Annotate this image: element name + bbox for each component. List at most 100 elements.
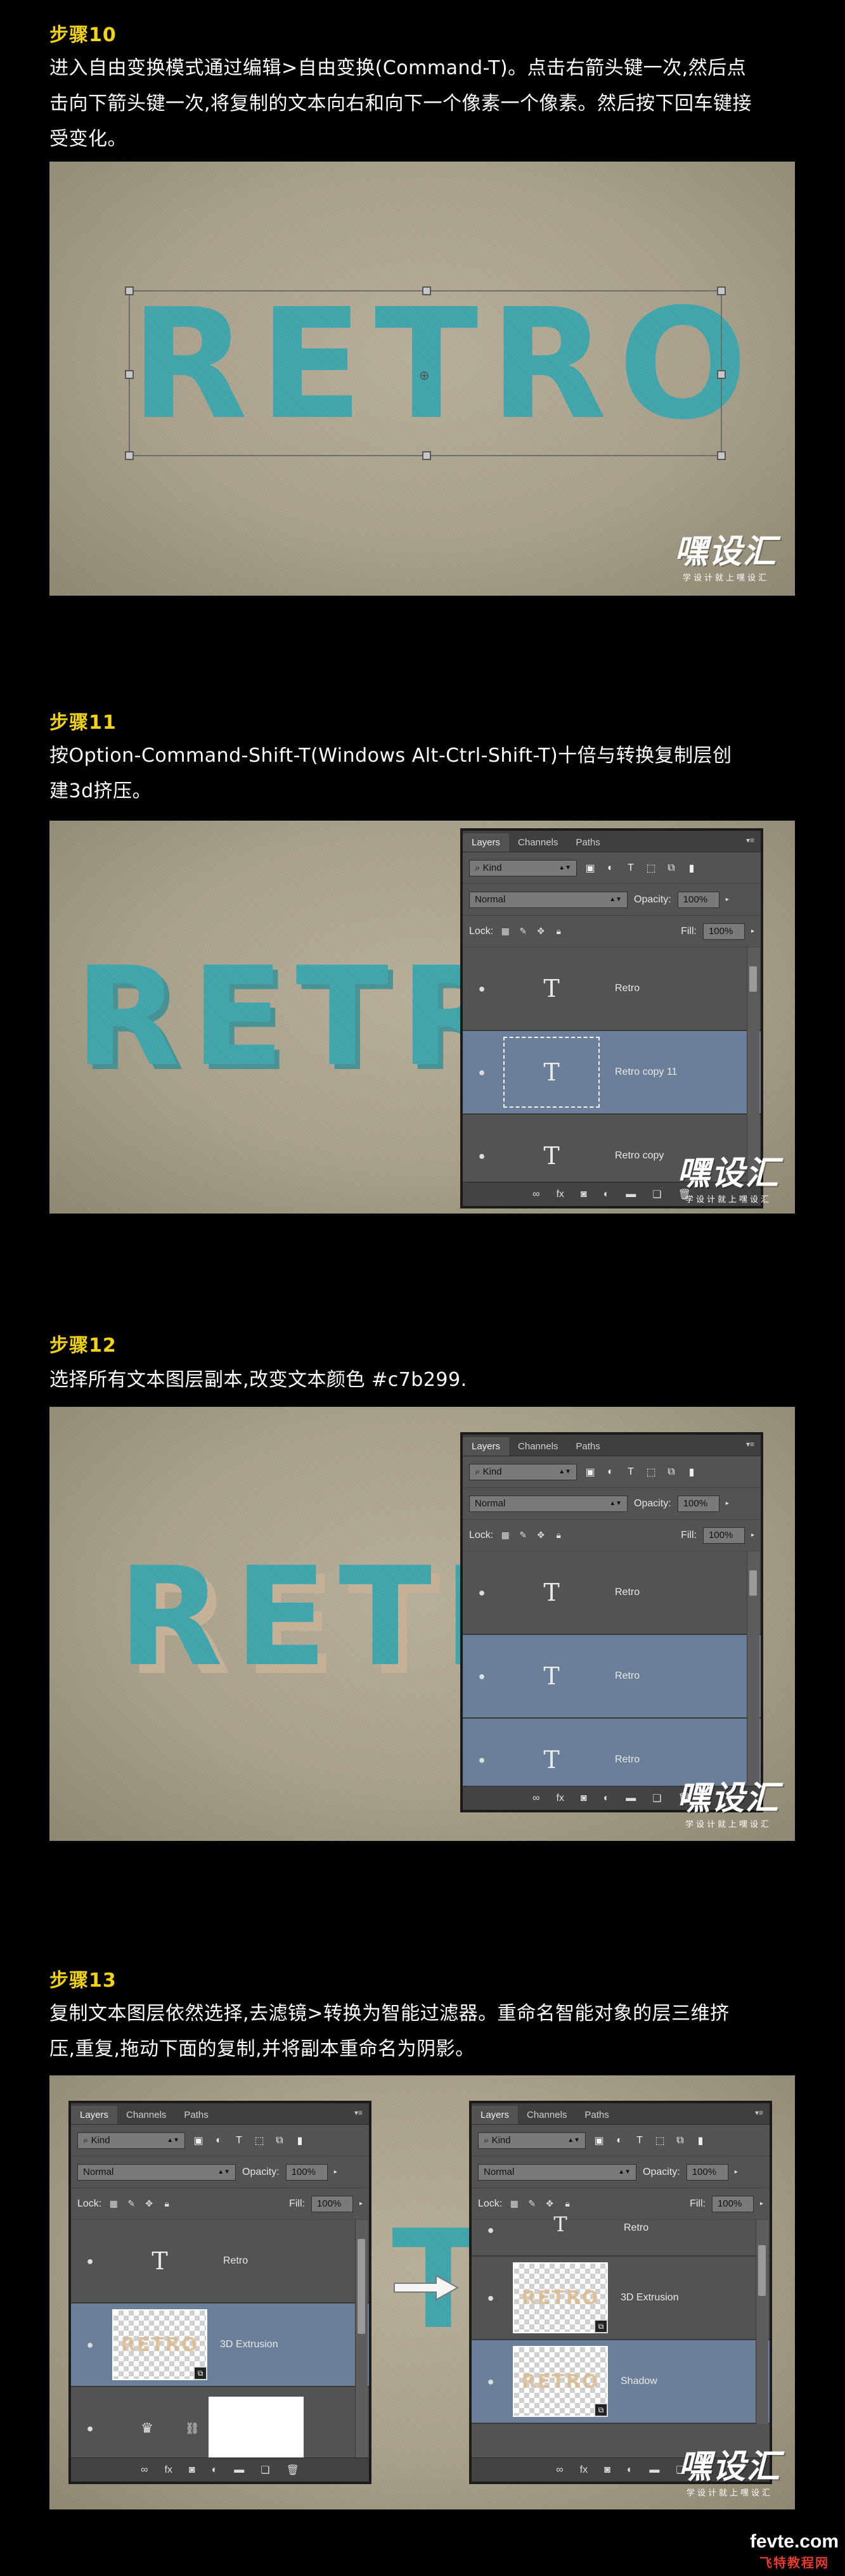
lock-position-icon[interactable]: ✥ [143,2198,155,2210]
eye-icon[interactable]: ● [472,2220,510,2237]
new-layer-icon[interactable]: ❏ [652,1792,661,1805]
new-layer-icon[interactable]: ❏ [652,1188,661,1201]
lock-position-icon[interactable]: ✥ [544,2198,555,2210]
fill-input[interactable]: 100% [311,2195,353,2212]
layer-row[interactable]: ● T Retro [71,2220,369,2304]
fill-input[interactable]: 100% [702,923,745,940]
adjustment-filter-icon[interactable]: ◐ [603,861,617,875]
filter-toggle-icon[interactable]: ▮ [293,2134,307,2148]
lock-pixels-icon[interactable]: ✎ [517,926,529,937]
blend-mode-select[interactable]: Normal ▲▼ [469,891,628,908]
filter-toggle-icon[interactable]: ▮ [693,2134,707,2148]
tab-channels[interactable]: Channels [509,833,567,852]
fx-icon[interactable]: fx [556,1793,564,1804]
tab-layers[interactable]: Layers [472,2106,519,2124]
layers-panel[interactable]: Layers Channels Paths ▾≡ ⌕ Kind ▲▼ ▣ ◐ T … [460,828,763,1208]
layer-name[interactable]: Retro [615,1587,640,1598]
scrollbar-thumb[interactable] [749,1570,757,1596]
fill-input[interactable]: 100% [702,1527,745,1544]
layers-list[interactable]: ● T Retro ● T Retro ● T Retro [463,1551,761,1802]
eye-icon[interactable]: ● [71,2422,109,2435]
transform-bounding-box[interactable]: ⊕ [125,286,726,460]
layers-panel-before[interactable]: Layers Channels Paths ▾≡ ⌕ Kind ▲▼ ▣ ◐ T … [68,2101,371,2484]
eye-icon[interactable]: ● [463,1586,501,1599]
trash-icon[interactable]: 🗑︎ [287,2464,299,2477]
lock-transparent-icon[interactable]: ▦ [500,1530,511,1541]
type-filter-icon[interactable]: T [633,2134,647,2148]
layer-row-selected[interactable]: ● T Retro copy 11 [463,1031,761,1115]
opacity-dropdown-icon[interactable]: ▸ [726,896,729,903]
chain-link-icon[interactable]: ⛓ [185,2422,200,2435]
lock-position-icon[interactable]: ✥ [535,1530,546,1541]
layers-list[interactable]: ● T Retro ● RETRO ⧉ 3D Extrusion ● RETRO… [472,2212,770,2424]
opacity-input[interactable]: 100% [285,2163,328,2181]
folder-icon[interactable]: ▬ [626,1793,636,1804]
opacity-dropdown-icon[interactable]: ▸ [334,2169,337,2176]
folder-icon[interactable]: ▬ [626,1189,636,1200]
layers-panel[interactable]: Layers Channels Paths ▾≡ ⌕ Kind ▲▼ ▣ ◐ T … [460,1432,763,1812]
tab-paths[interactable]: Paths [576,2106,617,2124]
kind-filter-select[interactable]: ⌕ Kind ▲▼ [469,859,577,876]
scrollbar-thumb[interactable] [358,2239,365,2334]
adjustment-layer-icon[interactable]: ◐ [603,1793,610,1804]
tab-layers[interactable]: Layers [463,833,510,852]
link-layers-icon[interactable]: ∞ [141,2464,148,2476]
fill-input[interactable]: 100% [711,2195,754,2212]
layer-name[interactable]: Retro [615,1670,640,1682]
layer-row-selected[interactable]: ● RETRO ⧉ Shadow [472,2340,770,2424]
mask-icon[interactable]: ◙ [581,1793,587,1804]
eye-icon[interactable]: ● [463,1670,501,1683]
opacity-dropdown-icon[interactable]: ▸ [726,1500,729,1507]
shape-filter-icon[interactable]: ⬚ [644,1465,658,1479]
fill-dropdown-icon[interactable]: ▸ [359,2200,363,2207]
layers-scrollbar[interactable] [747,1551,759,1802]
layer-row-selected[interactable]: ● RETRO ⧉ 3D Extrusion [71,2304,369,2387]
tab-paths[interactable]: Paths [567,833,609,852]
transform-handle-bc[interactable] [422,451,431,460]
adjustment-filter-icon[interactable]: ◐ [612,2134,626,2148]
tab-channels[interactable]: Channels [518,2106,576,2124]
kind-filter-select[interactable]: ⌕ Kind ▲▼ [77,2132,185,2149]
panel-menu-icon[interactable]: ▾≡ [354,2108,363,2117]
adjustment-layer-icon[interactable]: ◐ [627,2464,633,2476]
lock-all-icon[interactable]: 🔒︎ [562,2198,573,2210]
layer-name[interactable]: Retro copy [615,1150,664,1162]
blend-mode-select[interactable]: Normal ▲▼ [478,2163,636,2181]
link-layers-icon[interactable]: ∞ [532,1189,539,1200]
adjustment-layer-icon[interactable]: ◐ [603,1189,610,1200]
link-layers-icon[interactable]: ∞ [556,2464,563,2476]
tab-paths[interactable]: Paths [175,2106,217,2124]
lock-position-icon[interactable]: ✥ [535,926,546,937]
lock-transparent-icon[interactable]: ▦ [500,926,511,937]
lock-transparent-icon[interactable]: ▦ [508,2198,520,2210]
layers-list[interactable]: ● T Retro ● RETRO ⧉ 3D Extrusion ● ♛ ⛓ [71,2220,369,2471]
fill-dropdown-icon[interactable]: ▸ [751,1532,754,1539]
eye-icon[interactable]: ● [472,2291,510,2305]
layer-name[interactable]: Retro [624,2220,648,2234]
fill-dropdown-icon[interactable]: ▸ [751,928,754,935]
fill-dropdown-icon[interactable]: ▸ [760,2200,763,2207]
type-filter-icon[interactable]: T [624,861,638,875]
shape-filter-icon[interactable]: ⬚ [644,861,658,875]
eye-icon[interactable]: ● [463,1150,501,1163]
type-filter-icon[interactable]: T [624,1465,638,1479]
pixel-filter-icon[interactable]: ▣ [592,2134,606,2148]
layer-row[interactable]: ● T Retro [463,1551,761,1635]
tab-channels[interactable]: Channels [117,2106,175,2124]
layer-name[interactable]: 3D Extrusion [220,2339,278,2350]
pixel-filter-icon[interactable]: ▣ [191,2134,205,2148]
lock-pixels-icon[interactable]: ✎ [517,1530,529,1541]
smart-object-filter-icon[interactable]: ⧉ [273,2134,287,2148]
layer-name[interactable]: Retro copy 11 [615,1067,677,1078]
eye-icon[interactable]: ● [463,1753,501,1767]
lock-all-icon[interactable]: 🔒︎ [553,926,564,937]
layer-row-selected[interactable]: ● T Retro [463,1635,761,1719]
opacity-input[interactable]: 100% [686,2163,728,2181]
tab-layers[interactable]: Layers [463,1437,510,1456]
transform-handle-mr[interactable] [717,370,726,379]
kind-filter-select[interactable]: ⌕ Kind ▲▼ [469,1463,577,1480]
tab-channels[interactable]: Channels [509,1437,567,1456]
adjustment-layer-icon[interactable]: ◐ [212,2464,218,2476]
opacity-input[interactable]: 100% [677,891,719,908]
fx-icon[interactable]: fx [164,2464,172,2476]
